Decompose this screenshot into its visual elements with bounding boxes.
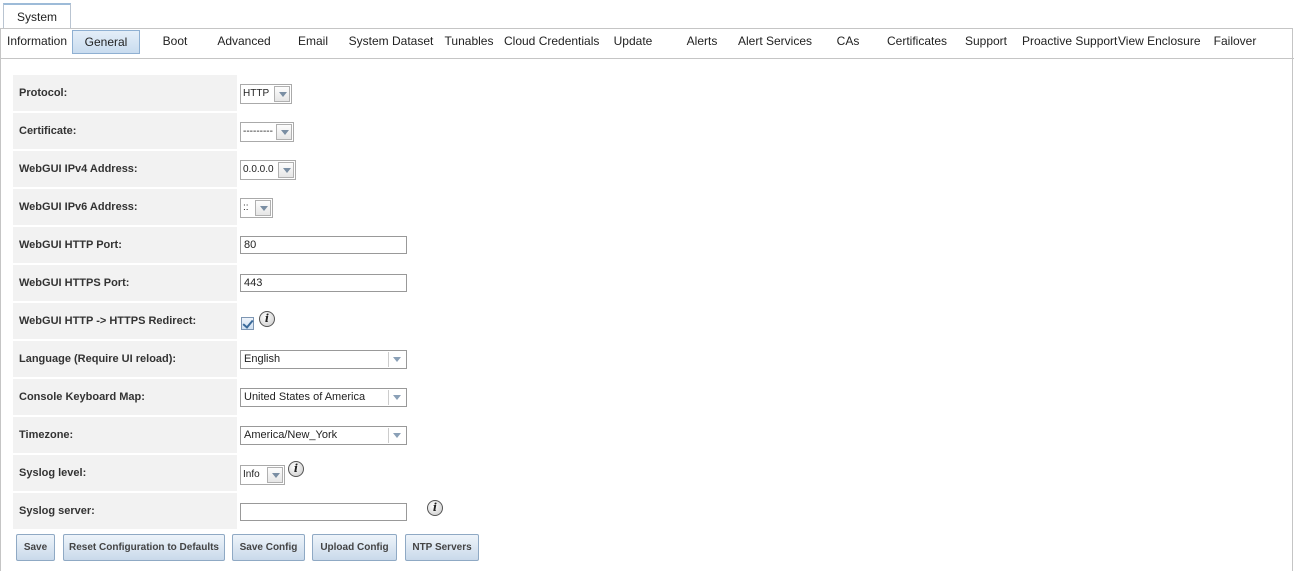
certificate-value-cell: --------- bbox=[239, 113, 1283, 149]
tab-email[interactable]: Email bbox=[291, 30, 335, 54]
reset-config-button[interactable]: Reset Configuration to Defaults bbox=[63, 534, 225, 561]
info-icon[interactable]: i bbox=[288, 461, 304, 477]
language-select-value: English bbox=[244, 353, 281, 365]
https-port-label: WebGUI HTTPS Port: bbox=[13, 265, 237, 301]
chevron-down-icon[interactable] bbox=[278, 162, 294, 178]
syslog-level-row: Syslog level: Info i bbox=[13, 455, 1283, 491]
timezone-label: Timezone: bbox=[13, 417, 237, 453]
protocol-select-value: HTTP bbox=[243, 88, 270, 99]
ipv6-row: WebGUI IPv6 Address: :: bbox=[13, 189, 1283, 225]
certificate-row: Certificate: --------- bbox=[13, 113, 1283, 149]
chevron-down-icon[interactable] bbox=[388, 390, 405, 405]
tab-support[interactable]: Support bbox=[963, 30, 1009, 54]
protocol-row: Protocol: HTTP bbox=[13, 75, 1283, 111]
tab-tunables[interactable]: Tunables bbox=[443, 30, 495, 54]
redirect-label: WebGUI HTTP -> HTTPS Redirect: bbox=[13, 303, 237, 339]
ntp-servers-button[interactable]: NTP Servers bbox=[405, 534, 479, 561]
ipv4-row: WebGUI IPv4 Address: 0.0.0.0 bbox=[13, 151, 1283, 187]
save-button[interactable]: Save bbox=[16, 534, 55, 561]
keymap-row: Console Keyboard Map: United States of A… bbox=[13, 379, 1283, 415]
ipv4-select-value: 0.0.0.0 bbox=[243, 164, 274, 175]
tab-advanced[interactable]: Advanced bbox=[212, 30, 276, 54]
language-value-cell: English bbox=[239, 341, 1283, 377]
timezone-value-cell: America/New_York bbox=[239, 417, 1283, 453]
timezone-select-value: America/New_York bbox=[244, 429, 338, 441]
ipv4-label: WebGUI IPv4 Address: bbox=[13, 151, 237, 187]
tab-alerts[interactable]: Alerts bbox=[680, 30, 724, 54]
ipv6-select[interactable]: :: bbox=[240, 198, 273, 218]
tab-boot[interactable]: Boot bbox=[155, 30, 195, 54]
tab-certificates[interactable]: Certificates bbox=[884, 30, 950, 54]
certificate-label: Certificate: bbox=[13, 113, 237, 149]
protocol-label: Protocol: bbox=[13, 75, 237, 111]
tab-failover[interactable]: Failover bbox=[1210, 30, 1260, 54]
chevron-down-icon[interactable] bbox=[388, 428, 405, 443]
tab-cas[interactable]: CAs bbox=[829, 30, 867, 54]
syslog-level-select-value: Info bbox=[243, 469, 260, 480]
upload-config-button[interactable]: Upload Config bbox=[312, 534, 397, 561]
redirect-value-cell: i bbox=[239, 303, 1283, 339]
certificate-select-value: --------- bbox=[243, 126, 273, 137]
tab-alert-services[interactable]: Alert Services bbox=[737, 30, 813, 54]
ipv4-select[interactable]: 0.0.0.0 bbox=[240, 160, 296, 180]
chevron-down-icon[interactable] bbox=[388, 352, 405, 367]
tab-general[interactable]: General bbox=[72, 30, 140, 54]
http-port-value-cell: 80 bbox=[239, 227, 1283, 263]
https-port-value-cell: 443 bbox=[239, 265, 1283, 301]
ipv4-value-cell: 0.0.0.0 bbox=[239, 151, 1283, 187]
ipv6-label: WebGUI IPv6 Address: bbox=[13, 189, 237, 225]
keymap-select[interactable]: United States of America bbox=[240, 388, 407, 407]
syslog-level-value-cell: Info i bbox=[239, 455, 1283, 491]
syslog-server-value-cell: i bbox=[239, 493, 1283, 529]
tab-proactive-support[interactable]: Proactive Support bbox=[1022, 30, 1117, 54]
keymap-value-cell: United States of America bbox=[239, 379, 1283, 415]
redirect-row: WebGUI HTTP -> HTTPS Redirect: i bbox=[13, 303, 1283, 339]
ipv6-value-cell: :: bbox=[239, 189, 1283, 225]
language-row: Language (Require UI reload): English bbox=[13, 341, 1283, 377]
info-icon[interactable]: i bbox=[259, 311, 275, 327]
syslog-level-select[interactable]: Info bbox=[240, 465, 285, 485]
tab-system-dataset[interactable]: System Dataset bbox=[347, 30, 435, 54]
ipv6-select-value: :: bbox=[243, 202, 249, 213]
keymap-select-value: United States of America bbox=[244, 391, 366, 403]
save-config-button[interactable]: Save Config bbox=[232, 534, 305, 561]
keymap-label: Console Keyboard Map: bbox=[13, 379, 237, 415]
chevron-down-icon[interactable] bbox=[274, 86, 290, 102]
tab-system[interactable]: System bbox=[3, 3, 71, 29]
language-label: Language (Require UI reload): bbox=[13, 341, 237, 377]
chevron-down-icon[interactable] bbox=[276, 124, 292, 140]
syslog-level-label: Syslog level: bbox=[13, 455, 237, 491]
chevron-down-icon[interactable] bbox=[255, 200, 271, 216]
redirect-checkbox[interactable] bbox=[241, 317, 254, 330]
info-icon[interactable]: i bbox=[427, 500, 443, 516]
http-port-label: WebGUI HTTP Port: bbox=[13, 227, 237, 263]
language-select[interactable]: English bbox=[240, 350, 407, 369]
sub-tab-bar: Information General Boot Advanced Email … bbox=[0, 30, 1294, 59]
top-tab-bar: System bbox=[0, 0, 1294, 29]
tab-view-enclosure[interactable]: View Enclosure bbox=[1118, 30, 1201, 54]
timezone-select[interactable]: America/New_York bbox=[240, 426, 407, 445]
timezone-row: Timezone: America/New_York bbox=[13, 417, 1283, 453]
syslog-server-row: Syslog server: i bbox=[13, 493, 1283, 529]
tab-information[interactable]: Information bbox=[4, 30, 70, 54]
certificate-select[interactable]: --------- bbox=[240, 122, 294, 142]
tab-cloud-credentials[interactable]: Cloud Credentials bbox=[504, 30, 599, 54]
protocol-select[interactable]: HTTP bbox=[240, 84, 292, 104]
https-port-input[interactable]: 443 bbox=[240, 274, 407, 292]
tab-update[interactable]: Update bbox=[609, 30, 657, 54]
https-port-row: WebGUI HTTPS Port: 443 bbox=[13, 265, 1283, 301]
syslog-server-label: Syslog server: bbox=[13, 493, 237, 529]
chevron-down-icon[interactable] bbox=[267, 467, 283, 483]
syslog-server-input[interactable] bbox=[240, 503, 407, 521]
http-port-row: WebGUI HTTP Port: 80 bbox=[13, 227, 1283, 263]
protocol-value-cell: HTTP bbox=[239, 75, 1283, 111]
http-port-input[interactable]: 80 bbox=[240, 236, 407, 254]
